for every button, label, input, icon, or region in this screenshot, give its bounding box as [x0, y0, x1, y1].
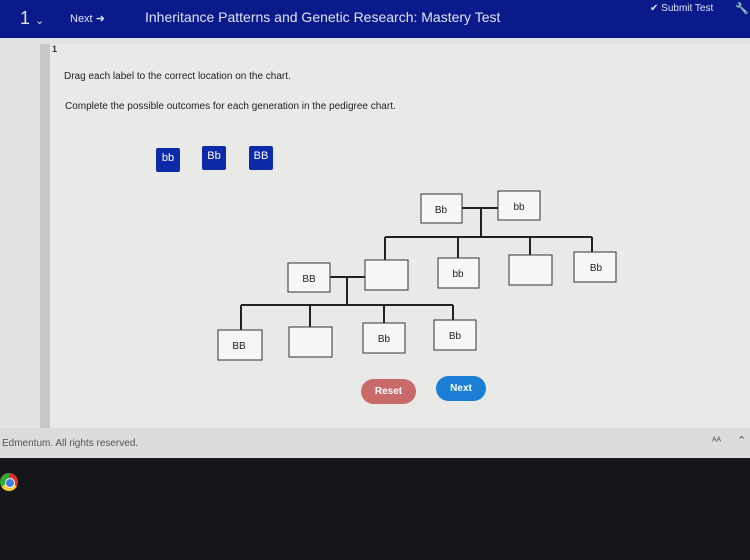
svg-text:Bb: Bb	[590, 263, 603, 274]
svg-text:bb: bb	[452, 269, 464, 280]
svg-text:Bb: Bb	[449, 331, 462, 342]
svg-text:bb: bb	[513, 202, 525, 213]
reset-button[interactable]: Reset	[361, 379, 416, 404]
pedigree-box-gen1-2: bb	[497, 190, 541, 221]
svg-text:Bb: Bb	[378, 334, 391, 345]
svg-text:BB: BB	[302, 274, 316, 285]
svg-text:BB: BB	[232, 341, 246, 352]
accessibility-icon[interactable]: ᴬᴬ	[712, 436, 721, 447]
taskbar	[0, 458, 750, 560]
drop-target-gen2-2[interactable]	[364, 259, 409, 291]
pedigree-box-gen2-1: BB	[287, 262, 331, 293]
pedigree-box-gen3-3: Bb	[362, 322, 406, 354]
footer: Edmentum. All rights reserved. ᴬᴬ ⌃	[0, 428, 750, 458]
chrome-icon[interactable]	[0, 473, 18, 491]
drop-target-gen3-2[interactable]	[288, 326, 333, 358]
drop-target-gen2-4[interactable]	[508, 254, 553, 286]
pedigree-box-gen2-5: Bb	[573, 251, 617, 283]
pedigree-box-gen2-3: bb	[437, 257, 480, 289]
svg-text:Bb: Bb	[435, 205, 448, 216]
pedigree-box-gen3-1: BB	[217, 329, 263, 361]
next-button[interactable]: Next	[436, 376, 486, 401]
chevron-up-icon[interactable]: ⌃	[737, 434, 746, 447]
copyright-text: Edmentum. All rights reserved.	[2, 438, 139, 449]
pedigree-box-gen1-1: Bb	[420, 193, 463, 224]
pedigree-box-gen3-4: Bb	[433, 319, 477, 351]
